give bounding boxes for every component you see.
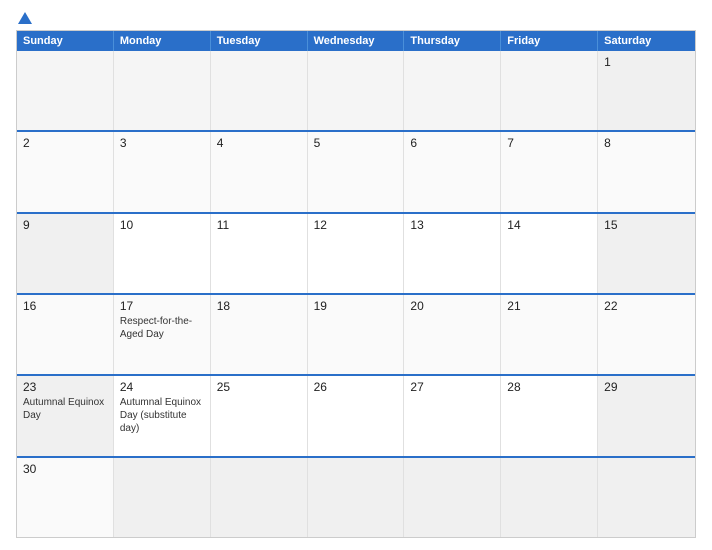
day-number: 3 [120, 136, 204, 150]
day-number: 6 [410, 136, 494, 150]
day-number: 9 [23, 218, 107, 232]
day-cell: 5 [308, 132, 405, 211]
week-row-3: 16 17 Respect-for-the-Aged Day 18 19 20 21 22 [17, 293, 695, 374]
day-cell: 26 [308, 376, 405, 455]
day-cell: 25 [211, 376, 308, 455]
day-cell: 28 [501, 376, 598, 455]
dow-saturday: Saturday [598, 31, 695, 51]
week-row-0: 1 [17, 51, 695, 130]
day-cell [114, 51, 211, 130]
day-number: 21 [507, 299, 591, 313]
day-number: 19 [314, 299, 398, 313]
day-cell: 9 [17, 214, 114, 293]
day-cell: 1 [598, 51, 695, 130]
logo-triangle-icon [18, 12, 32, 24]
day-number: 14 [507, 218, 591, 232]
day-cell: 29 [598, 376, 695, 455]
day-number: 20 [410, 299, 494, 313]
day-cell [501, 458, 598, 537]
day-number: 22 [604, 299, 689, 313]
day-cell [114, 458, 211, 537]
day-cell: 21 [501, 295, 598, 374]
page: Sunday Monday Tuesday Wednesday Thursday… [0, 0, 712, 550]
day-number: 10 [120, 218, 204, 232]
day-cell: 12 [308, 214, 405, 293]
day-number: 18 [217, 299, 301, 313]
day-cell: 2 [17, 132, 114, 211]
days-of-week-header: Sunday Monday Tuesday Wednesday Thursday… [17, 31, 695, 51]
logo [16, 12, 32, 24]
week-row-2: 9 10 11 12 13 14 15 [17, 212, 695, 293]
day-cell: 7 [501, 132, 598, 211]
day-number: 30 [23, 462, 107, 476]
day-number: 7 [507, 136, 591, 150]
day-cell: 15 [598, 214, 695, 293]
day-cell: 19 [308, 295, 405, 374]
event-label: Autumnal Equinox Day (substitute day) [120, 396, 204, 435]
week-row-5: 30 [17, 456, 695, 537]
calendar: Sunday Monday Tuesday Wednesday Thursday… [16, 30, 696, 538]
day-cell: 24 Autumnal Equinox Day (substitute day) [114, 376, 211, 455]
day-cell [211, 51, 308, 130]
event-label: Autumnal Equinox Day [23, 396, 107, 422]
dow-friday: Friday [501, 31, 598, 51]
day-cell: 11 [211, 214, 308, 293]
day-number: 24 [120, 380, 204, 394]
day-number: 23 [23, 380, 107, 394]
dow-wednesday: Wednesday [308, 31, 405, 51]
day-number: 28 [507, 380, 591, 394]
day-cell [501, 51, 598, 130]
day-cell [404, 51, 501, 130]
day-cell: 23 Autumnal Equinox Day [17, 376, 114, 455]
day-cell [404, 458, 501, 537]
day-number: 25 [217, 380, 301, 394]
day-cell [308, 458, 405, 537]
weeks-container: 1234567891011121314151617Respect-for-the… [17, 51, 695, 537]
day-cell: 14 [501, 214, 598, 293]
day-number: 16 [23, 299, 107, 313]
day-cell [308, 51, 405, 130]
dow-thursday: Thursday [404, 31, 501, 51]
day-number: 8 [604, 136, 689, 150]
event-label: Respect-for-the-Aged Day [120, 315, 204, 341]
day-cell: 10 [114, 214, 211, 293]
dow-sunday: Sunday [17, 31, 114, 51]
day-cell [211, 458, 308, 537]
day-cell: 16 [17, 295, 114, 374]
day-cell [17, 51, 114, 130]
day-number: 13 [410, 218, 494, 232]
day-number: 5 [314, 136, 398, 150]
dow-tuesday: Tuesday [211, 31, 308, 51]
week-row-4: 23 Autumnal Equinox Day 24 Autumnal Equinox… [17, 374, 695, 455]
day-number: 2 [23, 136, 107, 150]
day-number: 26 [314, 380, 398, 394]
header [16, 12, 696, 24]
day-cell: 3 [114, 132, 211, 211]
day-cell: 8 [598, 132, 695, 211]
day-cell: 17 Respect-for-the-Aged Day [114, 295, 211, 374]
day-cell: 18 [211, 295, 308, 374]
day-cell: 6 [404, 132, 501, 211]
day-number: 27 [410, 380, 494, 394]
day-cell: 22 [598, 295, 695, 374]
day-cell [598, 458, 695, 537]
dow-monday: Monday [114, 31, 211, 51]
day-cell: 30 [17, 458, 114, 537]
day-cell: 13 [404, 214, 501, 293]
day-number: 11 [217, 218, 301, 232]
day-number: 1 [604, 55, 689, 69]
day-number: 17 [120, 299, 204, 313]
day-cell: 27 [404, 376, 501, 455]
day-number: 15 [604, 218, 689, 232]
week-row-1: 2345678 [17, 130, 695, 211]
day-cell: 20 [404, 295, 501, 374]
day-number: 29 [604, 380, 689, 394]
day-number: 12 [314, 218, 398, 232]
day-cell: 4 [211, 132, 308, 211]
day-number: 4 [217, 136, 301, 150]
